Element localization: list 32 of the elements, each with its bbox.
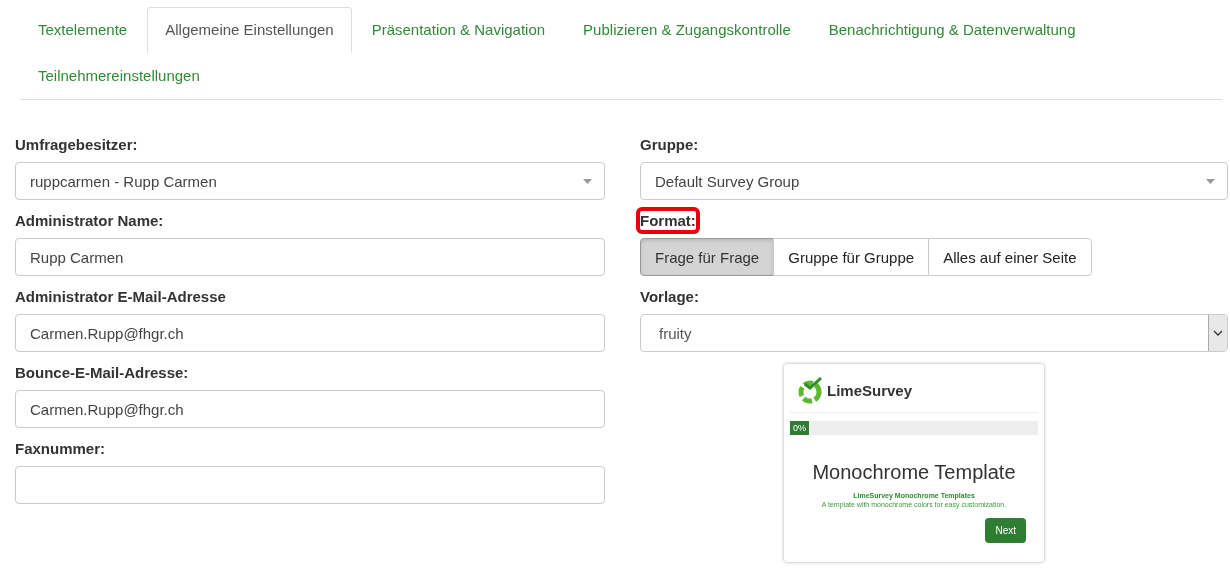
logo-icon	[798, 376, 824, 404]
tab[interactable]: Präsentation & Navigation	[353, 7, 564, 53]
format-option[interactable]: Gruppe für Gruppe	[773, 238, 930, 276]
next-button[interactable]: Next	[985, 518, 1026, 543]
preview-heading: Monochrome Template	[812, 461, 1016, 484]
select-field[interactable]: Default Survey Group	[640, 162, 1228, 200]
input-field[interactable]: Carmen.Rupp@fhgr.ch	[15, 390, 605, 428]
field-label: Administrator Name:	[15, 211, 164, 230]
caret-icon	[583, 178, 592, 184]
format-option[interactable]: Frage für Frage	[640, 238, 775, 276]
field-label: Bounce-E-Mail-Adresse:	[15, 363, 189, 382]
select-field[interactable]: fruity	[640, 314, 1228, 352]
field-label: Administrator E-Mail-Adresse	[15, 287, 226, 306]
field-label: Umfragebesitzer:	[15, 135, 138, 154]
chevron-icon	[1213, 330, 1223, 336]
format-option[interactable]: Alles auf einer Seite	[928, 238, 1092, 276]
input-field[interactable]: Rupp Carmen	[15, 238, 605, 276]
tab[interactable]: Textelemente	[20, 7, 146, 53]
field-label: Faxnummer:	[15, 439, 106, 458]
progress-label: 0%	[790, 421, 809, 435]
tab[interactable]: Teilnehmereinstellungen	[20, 53, 218, 99]
field-label: Gruppe:	[640, 135, 699, 154]
caret-icon	[1206, 178, 1215, 184]
input-field[interactable]	[15, 466, 605, 504]
logo-text: LimeSurvey	[827, 381, 913, 399]
tab[interactable]: Benachrichtigung & Datenverwaltung	[810, 7, 1094, 53]
input-field[interactable]: Carmen.Rupp@fhgr.ch	[15, 314, 605, 352]
select-field[interactable]: ruppcarmen - Rupp Carmen	[15, 162, 605, 200]
tab[interactable]: Publizieren & Zugangskontrolle	[565, 7, 809, 53]
field-label: Vorlage:	[640, 287, 699, 306]
dropdown-button[interactable]	[1208, 315, 1227, 351]
tab[interactable]: Allgemeine Einstellungen	[147, 7, 352, 53]
